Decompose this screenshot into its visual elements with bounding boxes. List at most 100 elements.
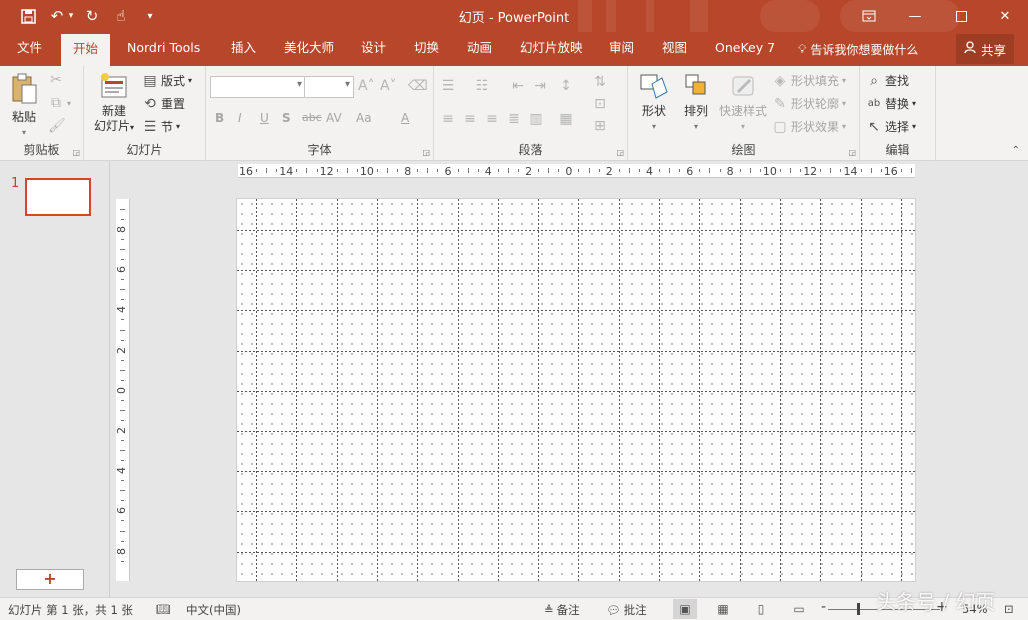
new-slide-icon <box>101 73 127 98</box>
ruler-tick <box>659 169 661 172</box>
collapse-ribbon-icon[interactable]: ⌃ <box>1012 145 1020 156</box>
zoom-out-button[interactable]: - <box>821 599 826 615</box>
ruler-tick <box>507 168 509 173</box>
align-text-button[interactable]: ⊡ <box>592 96 608 112</box>
comments-button[interactable]: 💬︎ 批注 <box>606 602 647 618</box>
tab-file[interactable]: 文件 <box>17 32 42 66</box>
increase-font-button[interactable]: A˄ <box>358 78 375 94</box>
char-spacing-button[interactable]: AV <box>326 111 342 125</box>
tab-nordri-tools[interactable]: Nordri Tools <box>127 32 200 66</box>
ruler-tick <box>276 169 278 172</box>
layout-button[interactable]: ▤ 版式 ▾ <box>142 72 192 89</box>
font-launcher-icon[interactable]: ◲ <box>422 148 430 157</box>
new-slide-button[interactable]: 新建 幻灯片▾ <box>88 72 140 135</box>
close-icon[interactable]: ✕ <box>982 0 1028 32</box>
zoom-slider-thumb[interactable] <box>857 603 860 615</box>
tab-view[interactable]: 视图 <box>662 32 687 66</box>
tab-review[interactable]: 审阅 <box>609 32 634 66</box>
tab-slideshow[interactable]: 幻灯片放映 <box>520 32 583 66</box>
distributed-button[interactable]: ▥ <box>528 111 544 127</box>
tab-design[interactable]: 设计 <box>361 32 386 66</box>
font-group-label: 字体 <box>307 143 332 157</box>
strikethrough-button[interactable]: abc <box>302 111 322 124</box>
notes-button[interactable]: ≜ 备注 <box>544 602 580 618</box>
shape-outline-label: 形状轮廓 <box>791 97 840 111</box>
quick-styles-button[interactable]: 快速样式 ▾ <box>716 72 770 134</box>
ruler-tick <box>336 169 338 172</box>
increase-indent-button[interactable]: ⇥ <box>532 78 548 94</box>
arrange-button[interactable]: 排列 ▾ <box>676 72 716 134</box>
align-right-button[interactable]: ≡ <box>484 111 500 127</box>
slide-count-status: 幻灯片 第 1 张，共 1 张 <box>8 603 133 617</box>
share-button[interactable]: 共享 <box>956 34 1014 64</box>
font-color-button[interactable]: A <box>401 111 409 125</box>
horizontal-ruler[interactable]: 16 14 12 10 8 6 4 2 0 2 4 6 8 10 12 14 16 <box>238 164 915 178</box>
clipboard-launcher-icon[interactable]: ◲ <box>72 148 80 157</box>
maximize-icon[interactable] <box>938 0 984 32</box>
reset-button[interactable]: ⟲ 重置 <box>142 95 185 112</box>
ruler-tick <box>538 169 540 172</box>
cursor-icon: ↖ <box>868 118 880 135</box>
text-direction-button[interactable]: ⇅ <box>592 74 608 90</box>
find-button[interactable]: ⌕ 查找 <box>866 72 909 89</box>
align-left-button[interactable]: ≡ <box>440 111 456 127</box>
underline-button[interactable]: U <box>260 111 269 125</box>
tab-animations[interactable]: 动画 <box>467 32 492 66</box>
new-slide-label-2: 幻灯片 <box>93 119 130 133</box>
bullets-button[interactable]: ☰ <box>440 78 456 94</box>
add-slide-button[interactable]: + <box>16 569 84 590</box>
tab-meihua-dashi[interactable]: 美化大师 <box>284 32 334 66</box>
shape-effects-button[interactable]: ▢ 形状效果 ▾ <box>772 118 846 135</box>
slideshow-view-icon[interactable]: ▭ <box>787 599 811 619</box>
format-painter-button[interactable]: 🖌︎ <box>48 118 66 134</box>
grid-line <box>237 390 915 392</box>
normal-view-icon[interactable]: ▣ <box>673 599 697 619</box>
tab-onekey[interactable]: OneKey 7 <box>715 32 775 66</box>
bold-button[interactable]: B <box>215 111 224 125</box>
select-button[interactable]: ↖ 选择 ▾ <box>866 118 916 135</box>
ribbon-display-icon[interactable] <box>846 0 892 32</box>
language-status[interactable]: 中文(中国) <box>186 602 241 618</box>
align-center-button[interactable]: ≡ <box>462 111 478 127</box>
cut-button[interactable]: ✂ <box>48 72 64 88</box>
tab-transitions[interactable]: 切换 <box>414 32 439 66</box>
copy-button[interactable]: ⧉ ▾ <box>48 95 71 111</box>
copy-dropdown-icon: ▾ <box>67 98 72 108</box>
smartart-button[interactable]: ⊞ <box>592 118 608 134</box>
fit-to-window-icon[interactable]: ⊡ <box>1004 602 1014 616</box>
pencil-icon: ✎ <box>774 95 786 112</box>
tell-me-box[interactable]: 💡︎ 告诉我你想要做什么 <box>798 41 918 58</box>
shadow-button[interactable]: S <box>282 111 291 125</box>
ruler-number: 4 <box>484 165 492 178</box>
tab-home[interactable]: 开始 <box>61 34 111 66</box>
numbering-button[interactable]: ☷ <box>474 78 490 94</box>
ruler-number: 6 <box>444 165 452 178</box>
slide-canvas[interactable] <box>236 198 916 582</box>
decrease-font-button[interactable]: A˅ <box>380 78 397 94</box>
minimize-icon[interactable]: — <box>892 0 938 32</box>
vertical-ruler[interactable]: 8 6 4 2 0 2 4 6 8 <box>115 199 130 581</box>
paste-button[interactable]: 粘贴 ▾ <box>6 72 42 140</box>
reading-view-icon[interactable]: ▯ <box>749 599 773 619</box>
slide-thumbnail[interactable] <box>25 178 91 216</box>
grid-line <box>237 310 915 312</box>
tab-insert[interactable]: 插入 <box>231 32 256 66</box>
drawing-launcher-icon[interactable]: ◲ <box>848 148 856 157</box>
spellcheck-icon[interactable]: 📖︎ <box>156 602 171 616</box>
shape-outline-button[interactable]: ✎ 形状轮廓 ▾ <box>772 95 846 112</box>
slide-sorter-icon[interactable]: ▦ <box>711 599 735 619</box>
italic-button[interactable]: I <box>238 111 242 125</box>
change-case-button[interactable]: Aa <box>356 111 372 125</box>
font-name-combo[interactable] <box>210 76 306 98</box>
section-button[interactable]: ☰ 节 ▾ <box>142 118 180 135</box>
paragraph-launcher-icon[interactable]: ◲ <box>616 148 624 157</box>
justify-button[interactable]: ≣ <box>506 111 522 127</box>
shape-fill-button[interactable]: ◈ 形状填充 ▾ <box>772 72 846 89</box>
decrease-indent-button[interactable]: ⇤ <box>510 78 526 94</box>
clear-format-button[interactable]: ⌫ <box>408 78 428 94</box>
font-size-combo[interactable] <box>304 76 354 98</box>
replace-button[interactable]: ab 替换 ▾ <box>866 95 916 112</box>
columns-button[interactable]: ▦ <box>558 111 574 127</box>
shapes-button[interactable]: 形状 ▾ <box>634 72 674 134</box>
line-spacing-button[interactable]: ↕ <box>558 78 574 94</box>
